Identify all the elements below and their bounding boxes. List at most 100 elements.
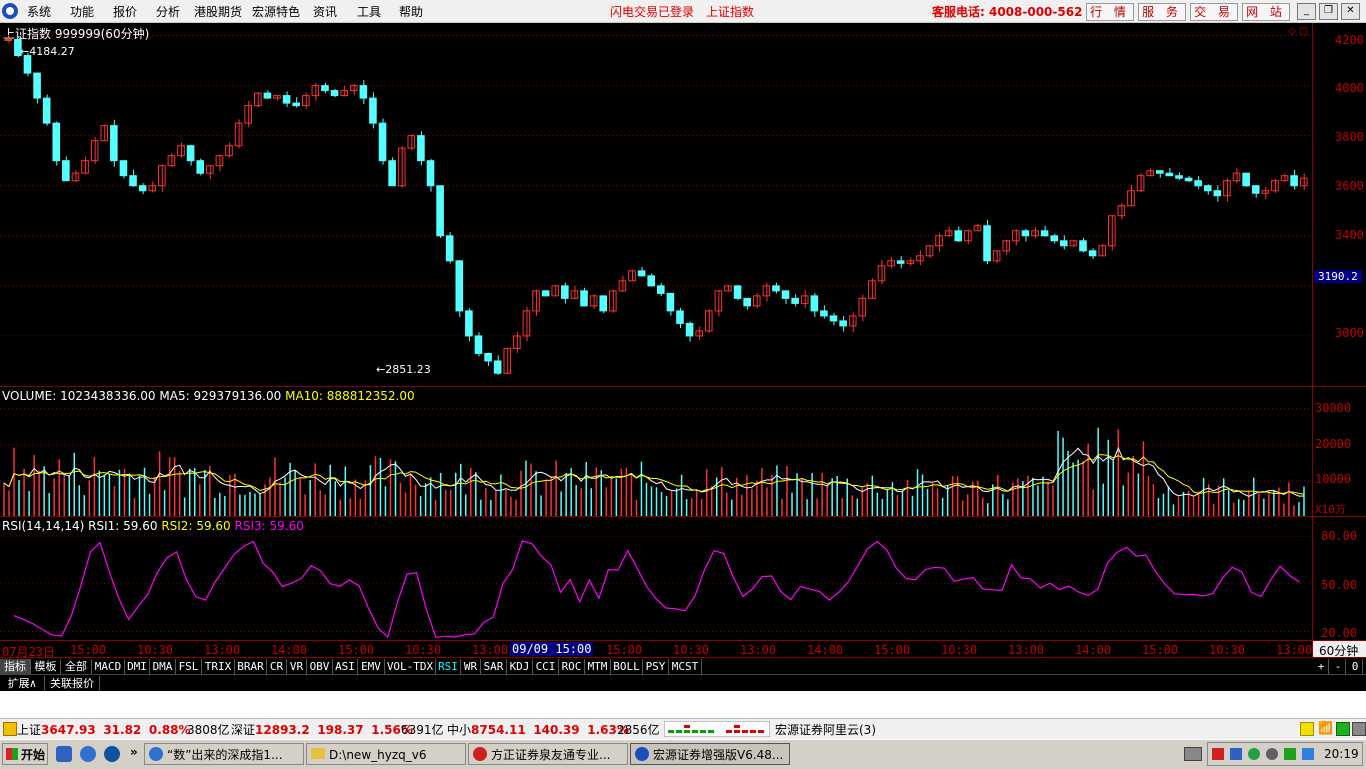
quote-price: 3647.93 (41, 723, 96, 737)
tab-roc[interactable]: ROC (559, 659, 585, 674)
quote-sh[interactable]: 上证3647.93 31.82 0.88% (17, 721, 191, 738)
tab-cci[interactable]: CCI (533, 659, 559, 674)
quote-sz[interactable]: 深证12893.2 198.37 1.56% (231, 721, 413, 738)
ie-icon[interactable] (80, 746, 96, 762)
reset-button[interactable]: 0 (1348, 659, 1363, 674)
market-breadth-icon (664, 721, 770, 737)
website-button[interactable]: 网 站 (1242, 3, 1290, 21)
time-tick: 15:00 (1142, 643, 1179, 657)
tab-kdj[interactable]: KDJ (507, 659, 533, 674)
tab-trix[interactable]: TRIX (202, 659, 235, 674)
candle-body (1184, 177, 1193, 182)
price-tick: 3600 (1335, 179, 1364, 193)
tab-obv[interactable]: OBV (307, 659, 333, 674)
tab-fsl[interactable]: FSL (176, 659, 202, 674)
menu-function[interactable]: 功能 (70, 3, 94, 20)
desktop-icon[interactable] (56, 746, 72, 762)
rsi-panel[interactable]: RSI(14,14,14) RSI1: 59.60 RSI2: 59.60 RS… (0, 516, 1312, 641)
tab-indicator[interactable]: 指标 (0, 659, 31, 674)
candle-body (791, 297, 799, 304)
menu-tools[interactable]: 工具 (357, 3, 381, 20)
tray-flag-icon[interactable] (1212, 748, 1224, 760)
tab-all[interactable]: 全部 (61, 659, 92, 674)
candle-body (321, 85, 329, 92)
candle-body (23, 55, 32, 74)
last-price-tag: 3190.2 (1314, 270, 1362, 283)
tab-asi[interactable]: ASI (333, 659, 358, 674)
tab-sar[interactable]: SAR (481, 659, 507, 674)
quote-button[interactable]: 行 情 (1086, 3, 1134, 21)
broker-server[interactable]: 宏源证券阿里云(3) (775, 721, 876, 738)
tab-macd[interactable]: MACD (92, 659, 125, 674)
service-button[interactable]: 服 务 (1138, 3, 1186, 21)
task-article[interactable]: “数”出来的深成指1... (144, 743, 304, 765)
tab-mtm[interactable]: MTM (585, 659, 611, 674)
zoom-in-button[interactable]: + (1314, 659, 1329, 674)
candle-body (215, 155, 224, 167)
tray-network-icon[interactable] (1230, 748, 1242, 760)
tab-cr[interactable]: CR (267, 659, 287, 674)
minimize-icon[interactable]: _ (1297, 3, 1316, 20)
tab-brar[interactable]: BRAR (235, 659, 267, 674)
tab-mcst[interactable]: MCST (669, 659, 702, 674)
expand-tab[interactable]: 扩展∧ (0, 676, 45, 691)
quote-zx[interactable]: 中小8754.11 140.39 1.63% (447, 721, 629, 738)
trade-button[interactable]: 交 易 (1190, 3, 1238, 21)
menu-quote[interactable]: 报价 (113, 3, 137, 20)
settings-icon[interactable] (1352, 722, 1366, 736)
tray-app-icon[interactable] (1284, 748, 1296, 760)
menu-analysis[interactable]: 分析 (156, 3, 180, 20)
tray-ime-icon[interactable] (1302, 748, 1314, 760)
info-icon[interactable] (1300, 722, 1314, 736)
price-axis: 4200 4000 3800 3600 3400 3000 3190.2 (1312, 23, 1366, 386)
price-panel[interactable]: 上证指数 999999(60分钟) ◇ ▢ ←4184.27 ←2851.23 (0, 23, 1312, 386)
tab-wr[interactable]: WR (461, 659, 481, 674)
quote-change: 31.82 (103, 723, 142, 737)
menu-help[interactable]: 帮助 (399, 3, 423, 20)
extension-bar: 扩展∧ 关联报价 (0, 674, 1366, 692)
quote-name: 上证 (17, 723, 42, 737)
menu-system[interactable]: 系统 (27, 3, 51, 20)
period-box[interactable]: 60分钟 (1312, 640, 1366, 658)
task-hongyuan[interactable]: 宏源证券增强版V6.48... (630, 743, 790, 765)
menu-hk-futures[interactable]: 港股期货 (194, 3, 242, 20)
tab-emv[interactable]: EMV (358, 659, 385, 674)
menu-hongyuan[interactable]: 宏源特色 (252, 3, 300, 20)
restore-icon[interactable]: ❐ (1319, 3, 1338, 20)
candle-body (695, 330, 703, 337)
close-icon[interactable]: ✕ (1341, 3, 1360, 20)
tab-vol-tdx[interactable]: VOL-TDX (385, 659, 436, 674)
candle-body (561, 285, 569, 299)
tray-security-icon[interactable] (1248, 748, 1260, 760)
hongyuan-icon (635, 747, 649, 761)
quote-amount: 3808亿 (187, 723, 230, 737)
keyboard-icon[interactable] (1184, 747, 1202, 761)
time-tick: 13:00 (1008, 643, 1045, 657)
tab-dma[interactable]: DMA (150, 659, 176, 674)
tab-template[interactable]: 模板 (31, 659, 61, 674)
related-quote-tab[interactable]: 关联报价 (45, 676, 100, 691)
ie-icon (149, 747, 163, 761)
tab-vr[interactable]: VR (287, 659, 307, 674)
candle-body (772, 285, 780, 292)
candle-body (1040, 230, 1049, 237)
zoom-out-button[interactable]: - (1331, 659, 1346, 674)
candle-body (1175, 175, 1183, 179)
tab-rsi[interactable]: RSI (436, 659, 461, 674)
candle-body (637, 270, 646, 277)
tab-boll[interactable]: BOLL (611, 659, 643, 674)
task-folder[interactable]: D:\new_hyzq_v6 (306, 743, 466, 765)
more-icon[interactable]: » (130, 745, 138, 759)
tray-volume-icon[interactable] (1266, 748, 1278, 760)
volume-panel[interactable]: VOLUME: 1023438336.00 MA5: 929379136.00 … (0, 386, 1312, 517)
time-tick: 15:00 (338, 643, 375, 657)
start-button[interactable]: 开始 (2, 743, 48, 765)
lock-icon[interactable] (3, 722, 17, 736)
candle-body (445, 235, 454, 262)
time-tick: 15:00 (70, 643, 107, 657)
task-fangzheng[interactable]: 方正证券泉友通专业... (468, 743, 628, 765)
tab-psy[interactable]: PSY (643, 659, 669, 674)
app-icon[interactable] (104, 746, 120, 762)
menu-info[interactable]: 资讯 (313, 3, 337, 20)
tab-dmi[interactable]: DMI (125, 659, 150, 674)
